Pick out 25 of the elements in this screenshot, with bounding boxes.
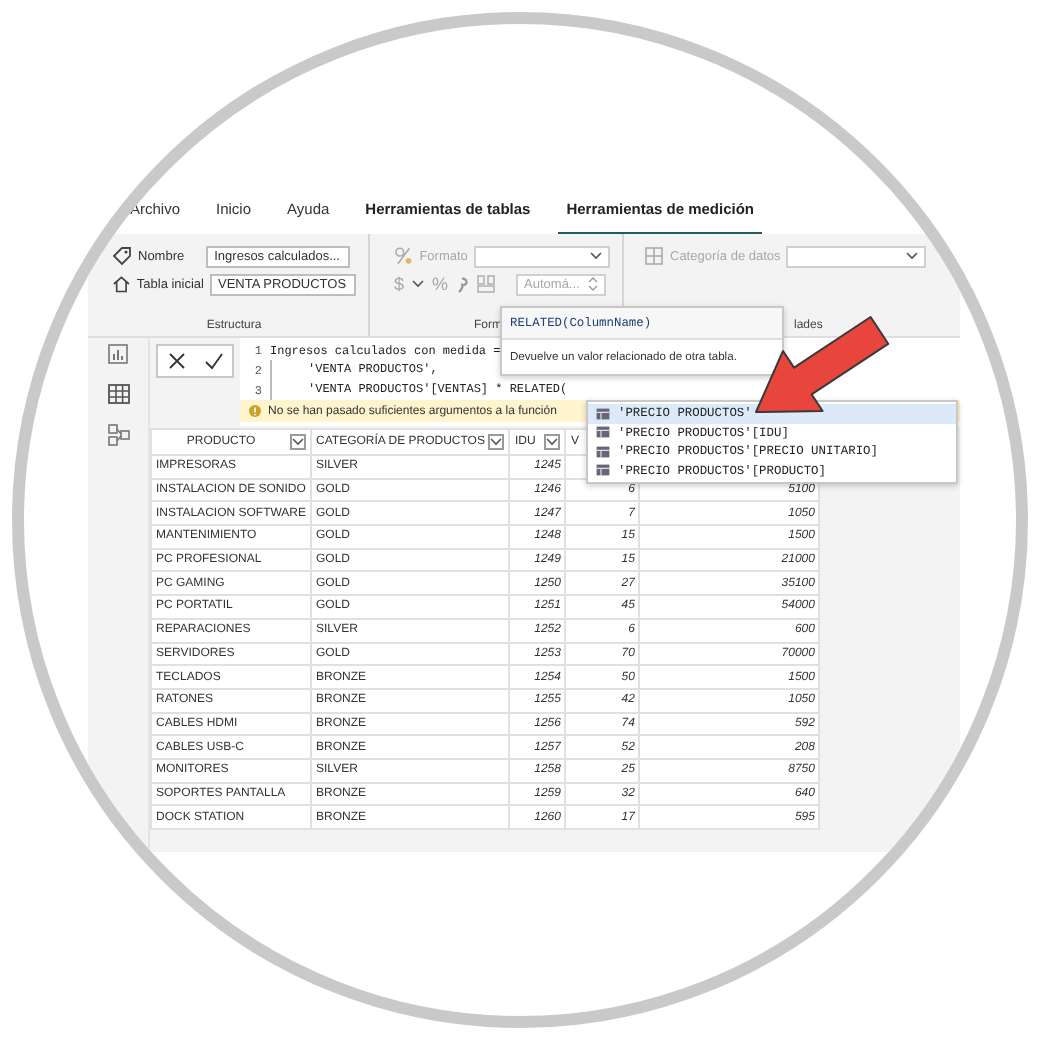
caret-icon xyxy=(590,252,602,260)
comma-icon[interactable] xyxy=(456,275,469,293)
category-icon xyxy=(644,246,664,266)
table-icon xyxy=(596,445,610,458)
close-icon[interactable] xyxy=(167,352,185,370)
caret-icon xyxy=(546,438,559,446)
spin-arrows-icon xyxy=(588,276,599,292)
caret-icon xyxy=(292,438,305,446)
table-icon[interactable] xyxy=(107,384,129,404)
caret-icon xyxy=(412,280,425,288)
table-icon xyxy=(596,407,610,420)
warning-icon xyxy=(248,404,262,418)
caret-icon xyxy=(490,438,503,446)
home-icon xyxy=(112,274,131,294)
table-icon xyxy=(596,464,610,477)
filter-button[interactable] xyxy=(544,434,561,450)
check-icon[interactable] xyxy=(203,352,223,370)
table-icon xyxy=(596,426,610,439)
filter-button[interactable] xyxy=(290,434,307,450)
report-icon[interactable] xyxy=(108,344,128,364)
tag-icon xyxy=(112,246,132,266)
filter-button[interactable] xyxy=(488,434,505,450)
caret-icon xyxy=(906,252,919,260)
model-icon[interactable] xyxy=(107,424,129,446)
format-icon xyxy=(394,246,414,266)
